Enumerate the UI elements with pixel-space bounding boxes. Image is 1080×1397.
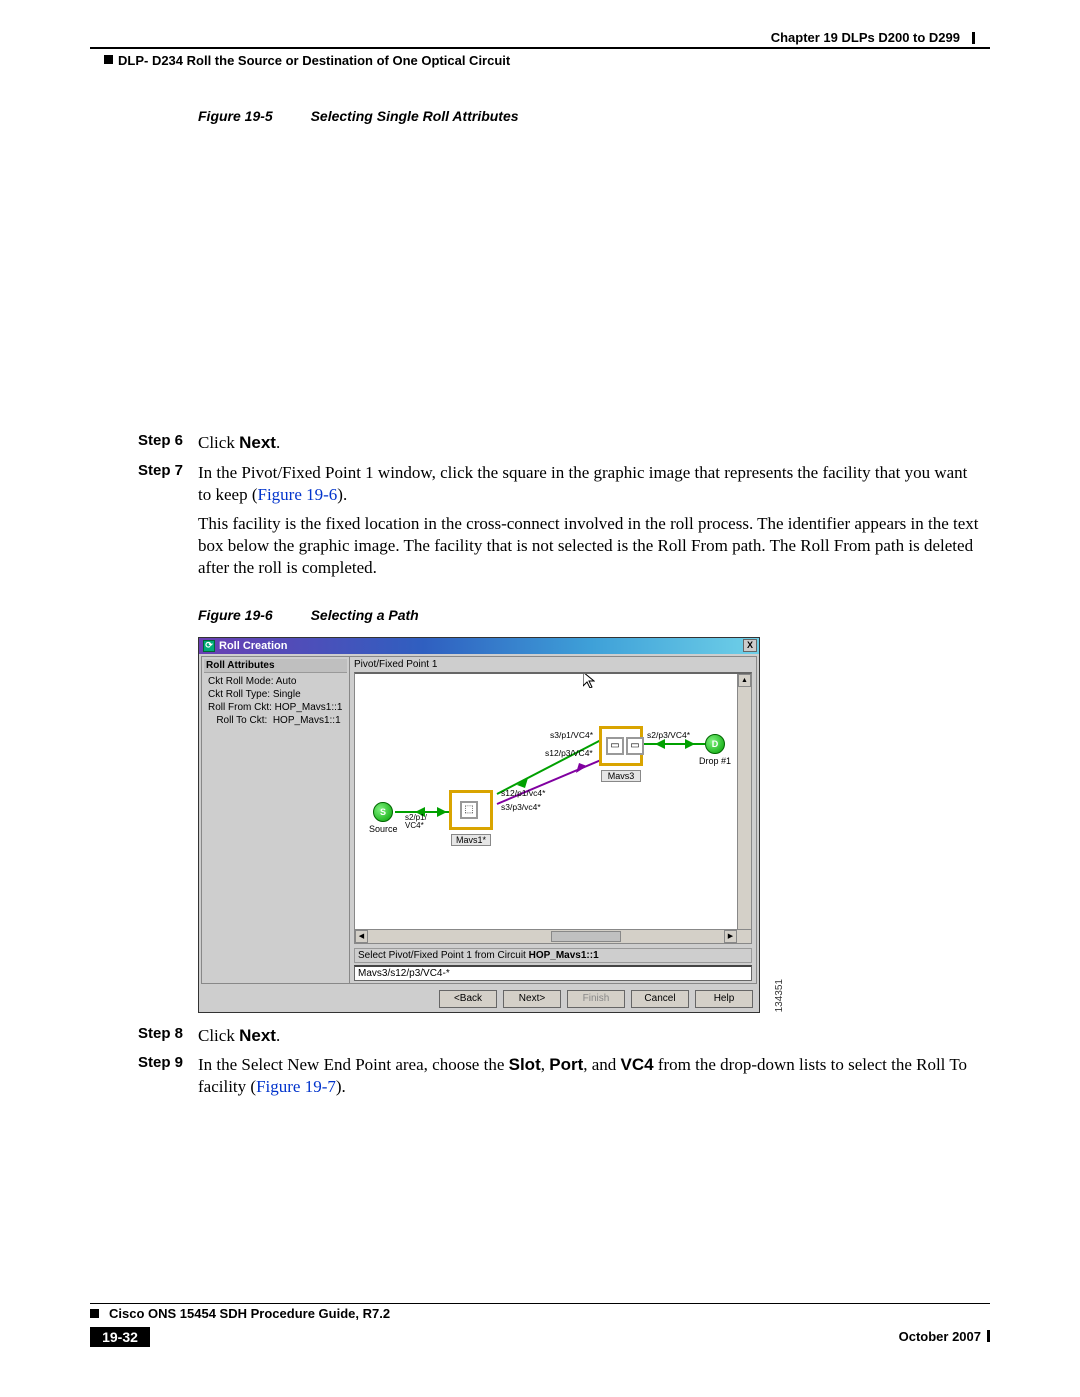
scroll-left-button[interactable]: ◀ [355, 930, 368, 943]
step-6-body: Click Next. [198, 432, 990, 454]
scrollbar-horizontal[interactable]: ◀ ▶ [355, 929, 751, 943]
step-6: Step 6 Click Next. [90, 432, 990, 454]
pivot-fixed-label: Pivot/Fixed Point 1 [350, 657, 756, 672]
figure-6: ⟳ Roll Creation X Roll Attributes Ckt Ro… [198, 637, 771, 1013]
source-endpoint[interactable]: S [373, 802, 393, 822]
header-subtitle: DLP- D234 Roll the Source or Destination… [90, 53, 990, 68]
figure-5-title: Selecting Single Roll Attributes [311, 108, 519, 124]
port-s3p1: s3/p1/VC4* [550, 730, 593, 740]
footer-doc-title: Cisco ONS 15454 SDH Procedure Guide, R7.… [105, 1306, 390, 1321]
window-title: Roll Creation [219, 640, 287, 652]
step-9-label: Step 9 [90, 1054, 198, 1098]
step-7-label: Step 7 [90, 462, 198, 506]
port-s2p1: s2/p1/ VC4* [405, 814, 427, 830]
step-9-body: In the Select New End Point area, choose… [198, 1054, 990, 1098]
figure-5-placeholder [90, 134, 990, 424]
port-s2p3: s2/p3/VC4* [647, 730, 690, 740]
roll-attributes-list: Ckt Roll Mode: Auto Ckt Roll Type: Singl… [204, 673, 347, 727]
node-mavs3-label: Mavs3 [601, 770, 641, 782]
attr-roll-type: Ckt Roll Type: Single [208, 688, 347, 701]
header-chapter: Chapter 19 DLPs D200 to D299 [90, 30, 990, 45]
back-button[interactable]: <Back [439, 990, 497, 1008]
header-rule [90, 47, 990, 49]
attr-roll-from: Roll From Ckt: HOP_Mavs1::1 [208, 701, 347, 714]
footer-square-icon [90, 1309, 99, 1318]
node-mavs3[interactable]: ▭ ▭ [599, 726, 643, 766]
attr-roll-mode: Ckt Roll Mode: Auto [208, 675, 347, 688]
window-buttons: <Back Next> Finish Cancel Help [199, 986, 759, 1012]
port-s12p3: s12/p3/VC4* [545, 748, 593, 758]
graph-lines [355, 674, 751, 943]
scrollbar-vertical[interactable]: ▲ ▼ [737, 674, 751, 943]
port-s3p3: s3/p3/vc4* [501, 802, 541, 812]
cancel-button[interactable]: Cancel [631, 990, 689, 1008]
scroll-right-button[interactable]: ▶ [724, 930, 737, 943]
figure-19-6-link[interactable]: Figure 19-6 [257, 485, 337, 504]
figure-6-num: Figure 19-6 [198, 607, 273, 623]
next-button[interactable]: Next> [503, 990, 561, 1008]
selected-path-input[interactable]: Mavs3/s12/p3/VC4-* [354, 965, 752, 981]
page: Chapter 19 DLPs D200 to D299 DLP- D234 R… [0, 0, 1080, 1397]
roll-attributes-title: Roll Attributes [204, 659, 347, 673]
paragraph-fixed-location: This facility is the fixed location in t… [198, 513, 990, 578]
scroll-up-button[interactable]: ▲ [738, 674, 751, 687]
step-8: Step 8 Click Next. [90, 1025, 990, 1047]
source-label: Source [369, 824, 398, 834]
window-titlebar[interactable]: ⟳ Roll Creation X [199, 638, 759, 654]
scroll-thumb[interactable] [551, 931, 621, 942]
figure-6-id: 134351 [774, 979, 785, 1012]
step-9: Step 9 In the Select New End Point area,… [90, 1054, 990, 1098]
step-7: Step 7 In the Pivot/Fixed Point 1 window… [90, 462, 990, 506]
page-number: 19-32 [90, 1327, 150, 1347]
footer-rule [90, 1303, 990, 1304]
steps-block-1: Step 6 Click Next. Step 7 In the Pivot/F… [90, 432, 990, 579]
select-instruction: Select Pivot/Fixed Point 1 from Circuit … [354, 948, 752, 963]
close-button[interactable]: X [743, 639, 757, 652]
drop-endpoint[interactable]: D [705, 734, 725, 754]
figure-5-num: Figure 19-5 [198, 108, 273, 124]
port-s12p1: s12/p1/vc4* [501, 788, 545, 798]
steps-block-2: Step 8 Click Next. Step 9 In the Select … [90, 1025, 990, 1098]
step-8-body: Click Next. [198, 1025, 990, 1047]
figure-6-caption: Figure 19-6 Selecting a Path [198, 607, 990, 623]
footer-date: October 2007 [899, 1329, 990, 1344]
window-body: Roll Attributes Ckt Roll Mode: Auto Ckt … [201, 656, 757, 984]
footer: Cisco ONS 15454 SDH Procedure Guide, R7.… [90, 1303, 990, 1363]
step-8-label: Step 8 [90, 1025, 198, 1047]
left-panel: Roll Attributes Ckt Roll Mode: Auto Ckt … [202, 657, 350, 983]
app-icon: ⟳ [203, 640, 215, 652]
help-button[interactable]: Help [695, 990, 753, 1008]
path-graphic[interactable]: S Source s2/p1/ VC4* ⬚ Mavs1* s12/p1/vc4… [354, 672, 752, 944]
finish-button: Finish [567, 990, 625, 1008]
figure-19-7-link[interactable]: Figure 19-7 [256, 1077, 336, 1096]
node-mavs1[interactable]: ⬚ [449, 790, 493, 830]
right-panel: Pivot/Fixed Point 1 [350, 657, 756, 983]
attr-roll-to: Roll To Ckt: HOP_Mavs1::1 [208, 714, 347, 727]
step-6-label: Step 6 [90, 432, 198, 454]
node-mavs1-label: Mavs1* [451, 834, 491, 846]
step-7-body: In the Pivot/Fixed Point 1 window, click… [198, 462, 990, 506]
roll-creation-window: ⟳ Roll Creation X Roll Attributes Ckt Ro… [198, 637, 760, 1013]
figure-5-caption: Figure 19-5 Selecting Single Roll Attrib… [198, 108, 990, 124]
drop-label: Drop #1 [699, 756, 731, 766]
figure-6-title: Selecting a Path [311, 607, 419, 623]
